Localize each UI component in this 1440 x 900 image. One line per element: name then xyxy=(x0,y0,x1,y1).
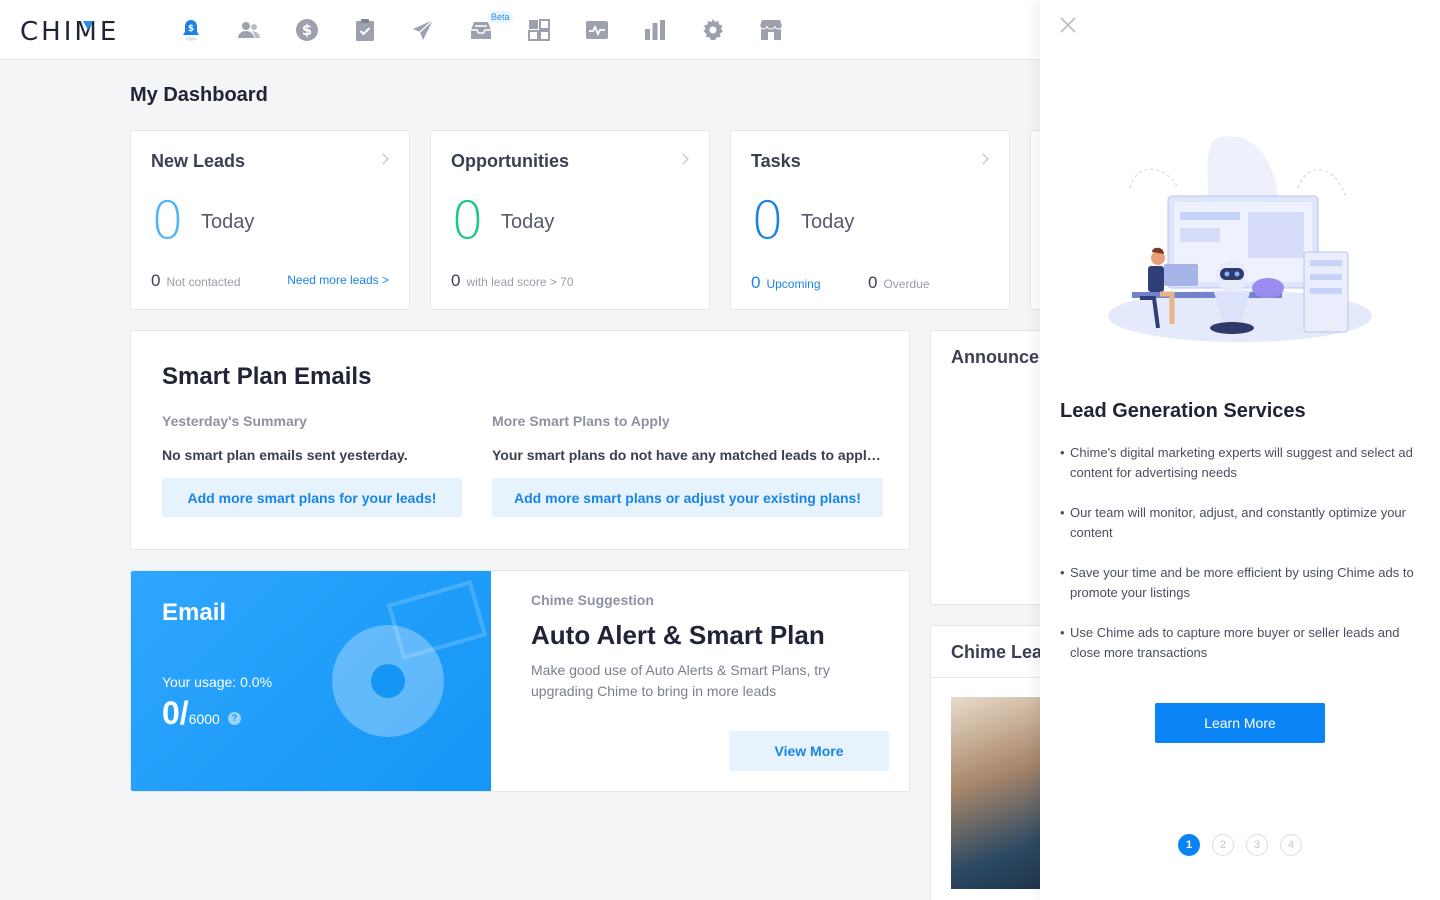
usage-count: 0/6000? xyxy=(162,695,241,732)
send-icon xyxy=(413,19,434,40)
not-contacted-count: 0 xyxy=(151,271,161,290)
card-title: Opportunities xyxy=(451,151,569,171)
not-contacted-summary: 0 Not contacted xyxy=(151,271,241,291)
widgets-icon xyxy=(528,19,550,41)
bell-dollar-icon: $ xyxy=(183,20,199,41)
nav-store[interactable] xyxy=(742,0,800,60)
nav-inbox[interactable]: Beta xyxy=(452,0,513,60)
page-dot-4[interactable]: 4 xyxy=(1280,834,1302,856)
not-contacted-label: Not contacted xyxy=(166,275,241,289)
lead-score-count: 0 xyxy=(451,271,461,290)
need-more-leads-link[interactable]: Need more leads > xyxy=(287,273,389,287)
service-bullet: Use Chime ads to capture more buyer or s… xyxy=(1060,623,1430,663)
clipboard-icon xyxy=(356,19,374,41)
email-title: Email xyxy=(162,599,227,626)
people-icon xyxy=(238,22,260,38)
dollar-icon: $ xyxy=(296,19,318,41)
card-title: Tasks xyxy=(751,151,801,171)
chime-lead-title: Chime Lea xyxy=(951,642,1043,662)
upcoming-summary[interactable]: 0 Upcoming xyxy=(751,273,821,293)
main-nav: $ $ Beta xyxy=(162,0,800,60)
service-bullet: Chime's digital marketing experts will s… xyxy=(1060,443,1430,483)
page-dot-3[interactable]: 3 xyxy=(1246,834,1268,856)
usage-limit: 6000 xyxy=(188,711,220,727)
svg-text:$: $ xyxy=(188,24,194,34)
new-leads-card[interactable]: New Leads 0 Today 0 Not contacted Need m… xyxy=(130,130,410,310)
lead-generation-drawer: Lead Generation Services Chime's digital… xyxy=(1040,0,1440,900)
overdue-count: 0 xyxy=(868,273,878,292)
usage-percent: Your usage: 0.0% xyxy=(162,674,273,690)
lead-score-summary: 0 with lead score > 70 xyxy=(451,271,574,291)
tasks-count: 0 xyxy=(751,191,785,251)
period-label: Today xyxy=(801,211,855,233)
usage-donut xyxy=(332,625,444,737)
overdue-summary[interactable]: 0 Overdue xyxy=(868,273,930,293)
usage-separator: / xyxy=(179,695,189,731)
nav-activity[interactable] xyxy=(568,0,626,60)
carousel-pagination: 1 2 3 4 xyxy=(1178,834,1302,856)
period-label: Today xyxy=(501,211,555,233)
nav-widgets[interactable] xyxy=(510,0,568,60)
service-bullet: Save your time and be more efficient by … xyxy=(1060,563,1430,603)
nav-people[interactable] xyxy=(220,0,278,60)
lead-generation-illustration xyxy=(1108,136,1372,342)
activity-icon xyxy=(586,21,608,39)
yesterday-summary-heading: Yesterday's Summary xyxy=(162,413,307,429)
overdue-label: Overdue xyxy=(883,277,930,291)
nav-settings[interactable] xyxy=(684,0,742,60)
bar-chart-icon xyxy=(645,20,665,40)
email-usage-card: Email Your usage: 0.0% 0/6000? Chime Sug… xyxy=(130,570,910,792)
gear-icon xyxy=(703,19,723,40)
nav-tasks[interactable] xyxy=(336,0,394,60)
new-leads-count: 0 xyxy=(151,191,185,251)
upcoming-count: 0 xyxy=(751,273,761,292)
yesterday-summary-message: No smart plan emails sent yesterday. xyxy=(162,447,408,463)
nav-finance[interactable]: $ xyxy=(278,0,336,60)
service-bullet: Our team will monitor, adjust, and const… xyxy=(1060,503,1430,543)
svg-text:$: $ xyxy=(302,21,312,39)
more-smart-plans-heading: More Smart Plans to Apply xyxy=(492,413,670,429)
store-icon xyxy=(759,20,783,40)
page-dot-2[interactable]: 2 xyxy=(1212,834,1234,856)
beta-badge: Beta xyxy=(488,11,513,23)
suggestion-label: Chime Suggestion xyxy=(531,592,654,608)
upcoming-label: Upcoming xyxy=(766,277,821,291)
more-smart-plans: More Smart Plans to Apply Your smart pla… xyxy=(492,413,883,517)
more-smart-plans-message: Your smart plans do not have any matched… xyxy=(492,447,883,463)
view-more-button[interactable]: View More xyxy=(729,731,889,771)
announcements-title: Announce xyxy=(951,347,1039,367)
email-usage-panel: Email Your usage: 0.0% 0/6000? xyxy=(131,571,491,791)
adjust-smart-plans-button[interactable]: Add more smart plans or adjust your exis… xyxy=(492,478,883,517)
service-bullets: Chime's digital marketing experts will s… xyxy=(1060,443,1430,683)
card-title: New Leads xyxy=(151,151,246,171)
yesterday-summary: Yesterday's Summary No smart plan emails… xyxy=(162,413,462,517)
smart-plan-emails-card: Smart Plan Emails Yesterday's Summary No… xyxy=(130,330,910,550)
tasks-card[interactable]: Tasks 0 Today 0 Upcoming 0 Overdue xyxy=(730,130,1010,310)
used-count: 0 xyxy=(162,695,180,731)
period-label: Today xyxy=(201,211,255,233)
lead-score-label: with lead score > 70 xyxy=(466,275,574,289)
page-dot-1[interactable]: 1 xyxy=(1178,834,1200,856)
close-icon[interactable] xyxy=(1058,15,1078,35)
add-smart-plans-button[interactable]: Add more smart plans for your leads! xyxy=(162,478,462,517)
learn-more-button[interactable]: Learn More xyxy=(1155,703,1325,743)
smart-plan-title: Smart Plan Emails xyxy=(162,363,372,390)
chime-logo[interactable]: CHIME xyxy=(20,17,119,47)
opportunities-count: 0 xyxy=(451,191,485,251)
page-title: My Dashboard xyxy=(130,84,268,106)
help-icon[interactable]: ? xyxy=(227,712,241,725)
suggestion-title: Auto Alert & Smart Plan xyxy=(531,620,825,650)
drawer-title: Lead Generation Services xyxy=(1060,400,1306,422)
opportunities-card[interactable]: Opportunities 0 Today 0 with lead score … xyxy=(430,130,710,310)
nav-alerts[interactable]: $ xyxy=(162,0,220,60)
nav-send[interactable] xyxy=(394,0,452,60)
nav-reports[interactable] xyxy=(626,0,684,60)
suggestion-description: Make good use of Auto Alerts & Smart Pla… xyxy=(531,662,830,699)
